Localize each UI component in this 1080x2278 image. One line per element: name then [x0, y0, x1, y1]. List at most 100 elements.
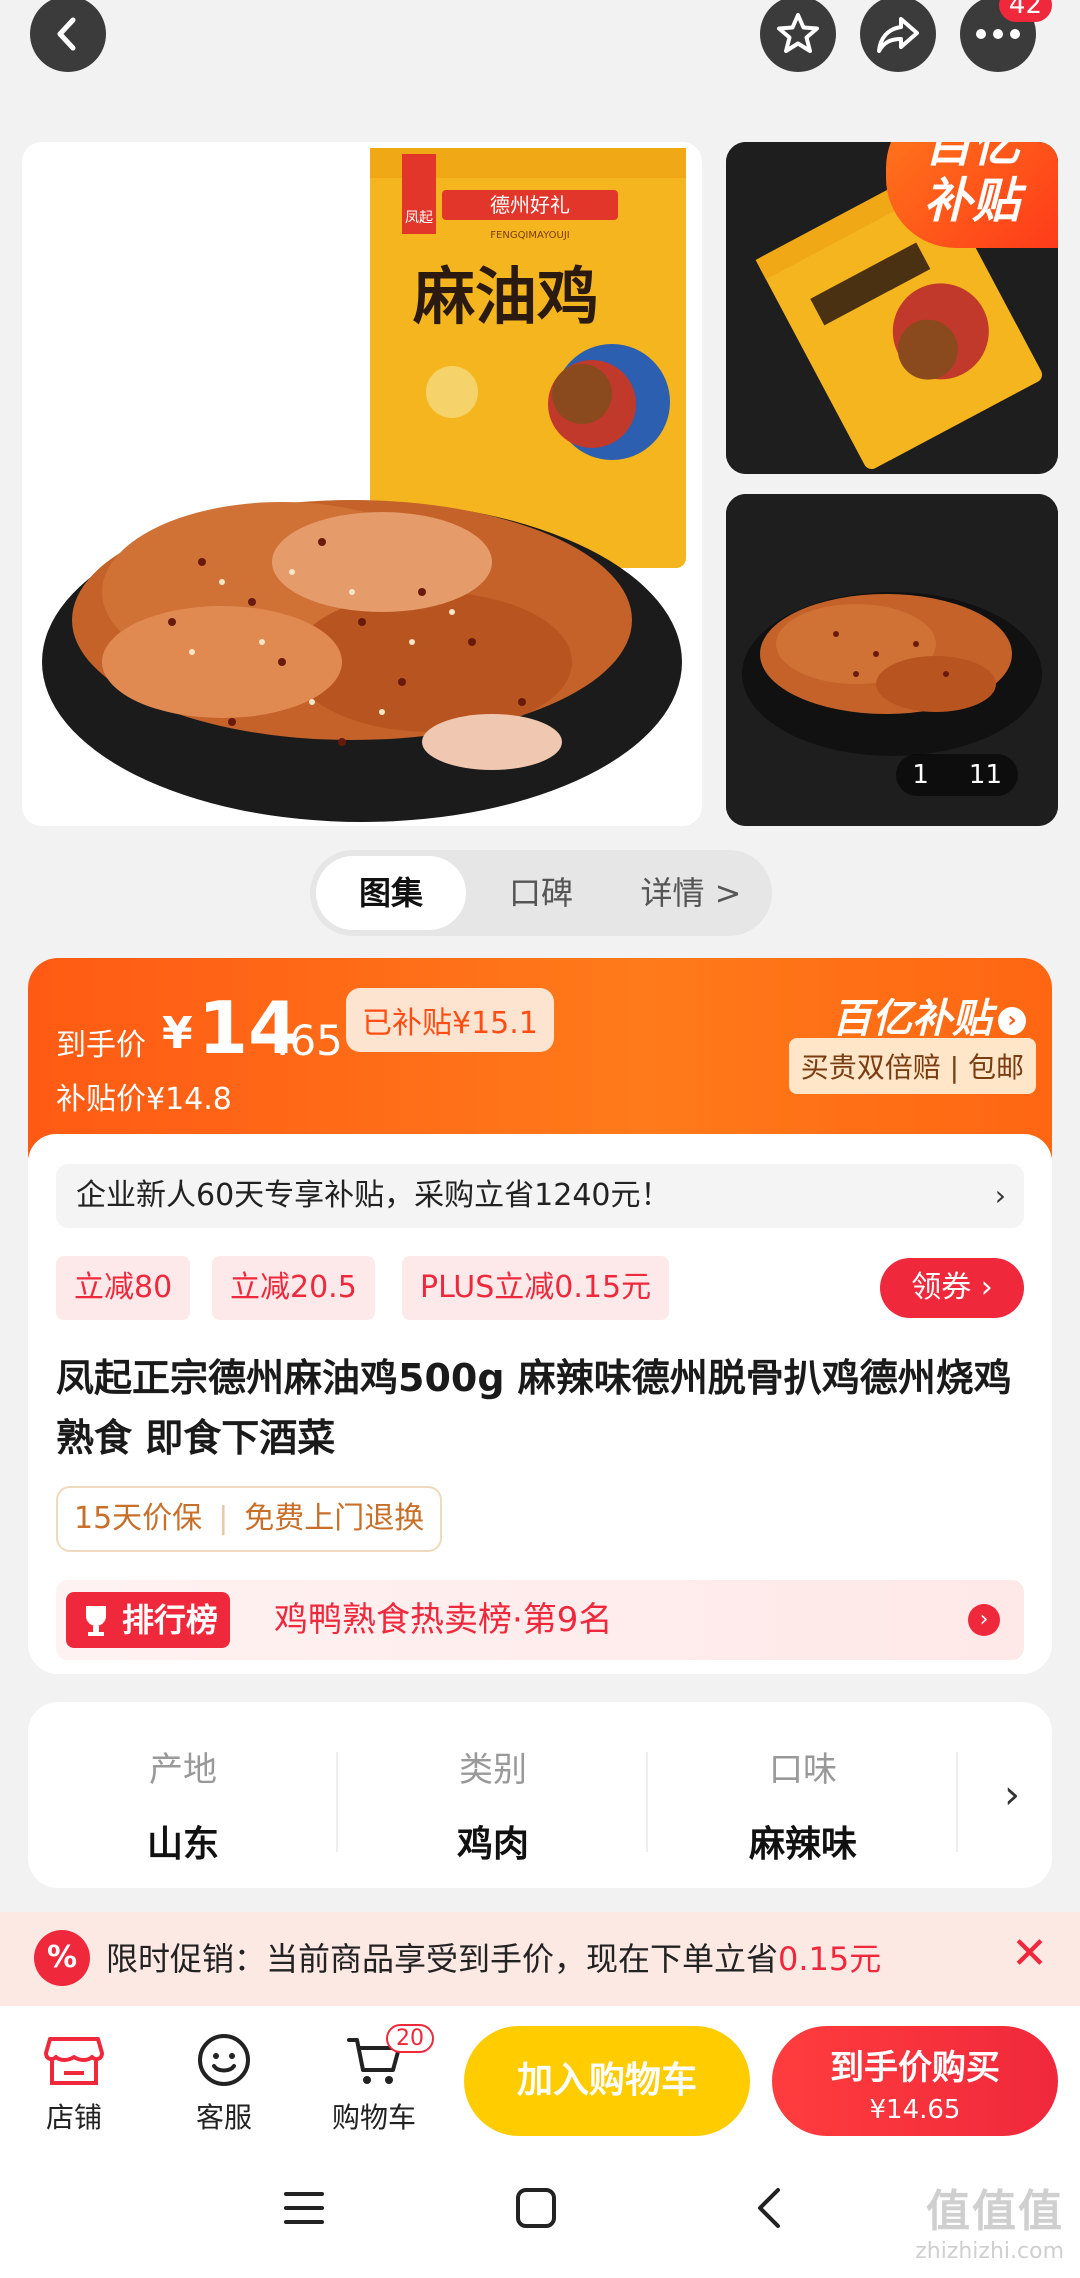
home-square-icon[interactable] — [514, 2186, 558, 2230]
tab-reviews[interactable]: 口碑 — [466, 856, 616, 930]
top-bar: 42 — [0, 0, 1080, 72]
tab-details[interactable]: 详情 > — [616, 856, 766, 930]
chevron-right-icon: › — [994, 1179, 1006, 1212]
coupon-tag[interactable]: 立减20.5 — [212, 1256, 375, 1320]
attribute-key: 产地 — [149, 1750, 217, 1790]
subsidy-tag-line2: 补贴 — [923, 173, 1020, 229]
add-to-cart-button[interactable]: 加入购物车 — [464, 2026, 750, 2136]
attribute-key: 类别 — [459, 1750, 527, 1790]
product-attributes[interactable]: 产地 山东 类别 鸡肉 口味 麻辣味 › — [28, 1702, 1052, 1888]
ranking-badge: 排行榜 — [66, 1592, 231, 1648]
subsidy-promise: 买贵双倍赔 | 包邮 — [788, 1038, 1036, 1094]
buy-now-button[interactable]: 到手价购买 ¥14.65 — [772, 2026, 1058, 2136]
chevron-right-icon: › — [968, 1604, 1000, 1636]
image-counter-current: 1 — [912, 760, 929, 790]
trophy-icon — [86, 1606, 106, 1636]
attribute-value: 鸡肉 — [456, 1824, 529, 1865]
chat-face-icon — [198, 2034, 250, 2086]
close-icon[interactable]: ✕ — [1011, 1928, 1048, 1979]
content-tabs: 图集 口碑 详情 > — [310, 850, 772, 936]
back-triangle-icon[interactable] — [748, 2186, 792, 2230]
subsidized-amount-badge: 已补贴¥15.1 — [346, 988, 554, 1052]
attribute-origin: 产地 山东 — [28, 1742, 338, 1867]
price-card: 到手价 ¥ 14 .65 已补贴¥15.1 补贴价¥14.8 百亿补贴 › 买贵双… — [28, 958, 1052, 1674]
promotion-banner: % 限时促销：当前商品享受到手价，现在下单立省0.15元 ✕ — [0, 1912, 1080, 2006]
menu-icon[interactable] — [282, 2186, 326, 2230]
chevron-right-icon: › — [998, 1007, 1026, 1035]
favorite-button[interactable] — [760, 0, 836, 72]
ranking-banner[interactable]: 排行榜 鸡鸭熟食热卖榜·第9名 › — [56, 1580, 1024, 1660]
billion-subsidy-link[interactable]: 百亿补贴 › — [832, 986, 1026, 1044]
watermark-logo: 值值值 — [926, 2186, 1064, 2237]
coupon-tag[interactable]: 立减80 — [56, 1256, 191, 1320]
cart-count-badge: 20 — [386, 2024, 434, 2053]
customer-service-label: 客服 — [195, 2101, 252, 2134]
promotion-amount: 0.15元 — [778, 1940, 882, 1978]
cart-button[interactable]: 20 购物车 — [314, 2024, 434, 2136]
divider — [956, 1752, 958, 1852]
chevron-right-icon[interactable]: › — [1004, 1772, 1020, 1818]
buy-now-label: 到手价购买 — [830, 2048, 1000, 2088]
thumbnail-dish[interactable]: 1 11 — [726, 494, 1058, 826]
promotion-text-prefix: 限时促销：当前商品享受到手价，现在下单立省 — [106, 1940, 779, 1978]
cart-label: 购物车 — [331, 2101, 416, 2134]
billion-subsidy-tag: 百亿 补贴 — [886, 142, 1058, 248]
percent-icon: % — [34, 1930, 90, 1986]
image-gallery: 凤起 德州好礼 FENGQIMAYOUJI 麻油鸡 百亿 补贴 1 11 — [0, 142, 1080, 826]
subsidy-tag-line1: 百亿 — [923, 142, 1020, 173]
get-coupon-label: 领券 — [911, 1270, 972, 1305]
product-photo: 凤起 德州好礼 FENGQIMAYOUJI 麻油鸡 — [22, 142, 702, 826]
service-guarantees[interactable]: 15天价保 | 免费上门退换 — [56, 1486, 443, 1552]
ranking-badge-label: 排行榜 — [122, 1601, 219, 1639]
more-button[interactable]: 42 — [960, 0, 1052, 72]
bottom-action-bar: 店铺 客服 20 购物车 加入购物车 到手价购买 ¥14.65 — [0, 2006, 1080, 2152]
image-counter-total: 11 — [968, 760, 1002, 790]
attribute-flavor: 口味 麻辣味 — [648, 1742, 958, 1867]
coupon-row: 立减80 立减20.5 PLUS立减0.15元 领券 › — [56, 1256, 1024, 1320]
price-body: 企业新人60天专享补贴，采购立省1240元！ › 立减80 立减20.5 PLU… — [28, 1134, 1052, 1674]
back-button[interactable] — [30, 0, 106, 72]
chevron-left-icon — [57, 17, 76, 51]
package-subtitle: 德州好礼 — [490, 193, 570, 217]
store-icon — [44, 2037, 104, 2085]
watermark-url: zhizhizhi.com — [915, 2239, 1064, 2264]
main-product-image[interactable]: 凤起 德州好礼 FENGQIMAYOUJI 麻油鸡 — [22, 142, 702, 826]
subsidy-price: 补贴价¥14.8 — [56, 1082, 232, 1117]
buy-now-price: ¥14.65 — [869, 2095, 961, 2125]
package-brand: 凤起 — [405, 210, 433, 226]
star-icon — [777, 13, 819, 53]
enterprise-notice-text: 企业新人60天专享补贴，采购立省1240元！ — [76, 1178, 671, 1213]
chevron-right-icon: › — [980, 1270, 993, 1305]
attribute-value: 山东 — [146, 1824, 219, 1865]
get-coupon-button[interactable]: 领券 › — [880, 1258, 1024, 1318]
divider: | — [218, 1501, 229, 1536]
enterprise-notice[interactable]: 企业新人60天专享补贴，采购立省1240元！ › — [56, 1164, 1024, 1228]
final-price-label: 到手价 — [56, 1028, 146, 1063]
final-price-decimal: .65 — [276, 1016, 343, 1065]
tab-gallery[interactable]: 图集 — [316, 856, 466, 930]
billion-subsidy-logo: 百亿补贴 — [832, 996, 992, 1042]
attribute-category: 类别 鸡肉 — [338, 1742, 648, 1867]
thumbnail-package[interactable]: 百亿 补贴 — [726, 142, 1058, 474]
watermark: 值值值 zhizhizhi.com — [915, 2175, 1064, 2264]
coupon-tag[interactable]: PLUS立减0.15元 — [402, 1256, 670, 1320]
notification-badge: 42 — [998, 0, 1052, 22]
promotion-text: 限时促销：当前商品享受到手价，现在下单立省0.15元 — [106, 1912, 881, 2006]
more-dots-icon — [976, 29, 1020, 39]
price-protection: 15天价保 — [74, 1501, 203, 1536]
attribute-key: 口味 — [769, 1750, 837, 1790]
store-label: 店铺 — [45, 2101, 102, 2134]
attribute-value: 麻辣味 — [748, 1824, 857, 1865]
package-name: 麻油鸡 — [413, 260, 599, 333]
ranking-text: 鸡鸭熟食热卖榜·第9名 — [274, 1600, 613, 1640]
package-pinyin: FENGQIMAYOUJI — [490, 230, 569, 241]
price-header: 到手价 ¥ 14 .65 已补贴¥15.1 补贴价¥14.8 百亿补贴 › 买贵双… — [28, 958, 1052, 1158]
share-icon — [877, 17, 919, 53]
product-title: 凤起正宗德州麻油鸡500g 麻辣味德州脱骨扒鸡德州烧鸡熟食 即食下酒菜 — [56, 1356, 1012, 1460]
image-counter: 1 11 — [896, 754, 1018, 796]
share-button[interactable] — [860, 0, 936, 72]
final-price-currency: ¥ — [162, 1008, 193, 1059]
free-return: 免费上门退换 — [244, 1501, 425, 1536]
store-button[interactable]: 店铺 — [14, 2028, 134, 2136]
customer-service-button[interactable]: 客服 — [164, 2028, 284, 2136]
